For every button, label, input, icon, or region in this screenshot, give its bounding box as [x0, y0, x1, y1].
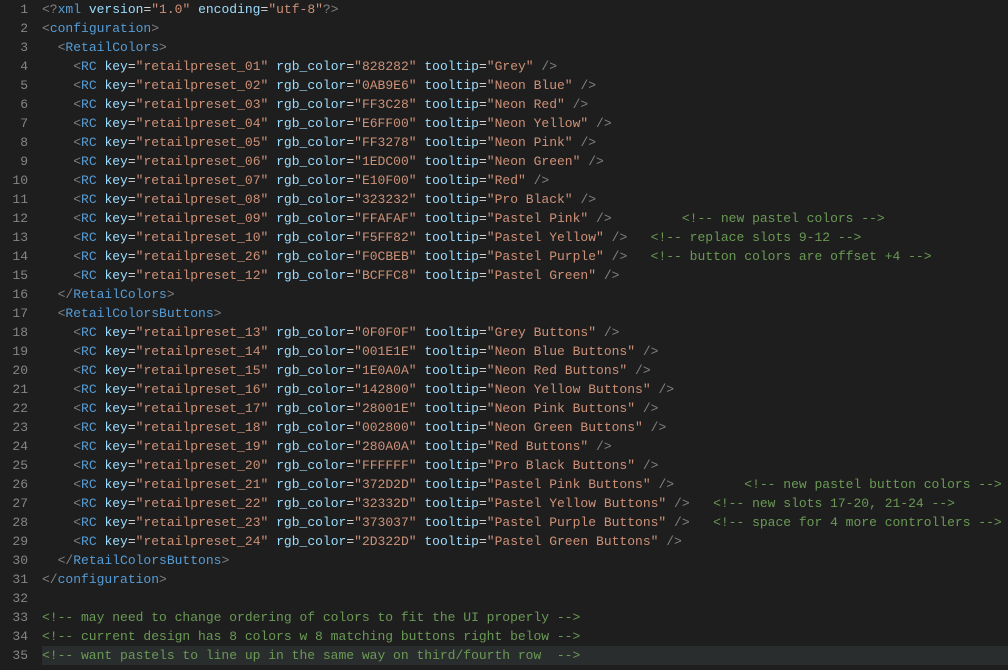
code-line[interactable]: <RC key="retailpreset_04" rgb_color="E6F… [42, 114, 1008, 133]
code-line[interactable]: <RC key="retailpreset_21" rgb_color="372… [42, 475, 1008, 494]
code-line[interactable]: <RetailColorsButtons> [42, 304, 1008, 323]
code-line[interactable]: <RC key="retailpreset_20" rgb_color="FFF… [42, 456, 1008, 475]
code-line[interactable] [42, 589, 1008, 608]
code-line[interactable]: <RC key="retailpreset_18" rgb_color="002… [42, 418, 1008, 437]
code-line[interactable]: <RC key="retailpreset_09" rgb_color="FFA… [42, 209, 1008, 228]
code-line[interactable]: <RC key="retailpreset_23" rgb_color="373… [42, 513, 1008, 532]
line-number: 15 [8, 266, 28, 285]
line-number: 17 [8, 304, 28, 323]
code-line[interactable]: </RetailColors> [42, 285, 1008, 304]
line-number: 16 [8, 285, 28, 304]
code-line[interactable]: <RC key="retailpreset_10" rgb_color="F5F… [42, 228, 1008, 247]
line-number: 19 [8, 342, 28, 361]
line-number: 33 [8, 608, 28, 627]
line-number: 20 [8, 361, 28, 380]
line-number: 5 [8, 76, 28, 95]
code-line[interactable]: <RC key="retailpreset_24" rgb_color="2D3… [42, 532, 1008, 551]
code-editor[interactable]: 1234567891011121314151617181920212223242… [0, 0, 1008, 670]
line-number: 31 [8, 570, 28, 589]
code-line[interactable]: <RC key="retailpreset_07" rgb_color="E10… [42, 171, 1008, 190]
code-line[interactable]: <RC key="retailpreset_05" rgb_color="FF3… [42, 133, 1008, 152]
line-number: 18 [8, 323, 28, 342]
code-line[interactable]: <configuration> [42, 19, 1008, 38]
line-number: 35 [8, 646, 28, 665]
line-number: 3 [8, 38, 28, 57]
code-line[interactable]: <RC key="retailpreset_12" rgb_color="BCF… [42, 266, 1008, 285]
code-line[interactable]: <RC key="retailpreset_26" rgb_color="F0C… [42, 247, 1008, 266]
code-line[interactable]: <!-- want pastels to line up in the same… [42, 646, 1008, 665]
line-number: 9 [8, 152, 28, 171]
code-line[interactable]: <RC key="retailpreset_08" rgb_color="323… [42, 190, 1008, 209]
line-number: 32 [8, 589, 28, 608]
line-number: 10 [8, 171, 28, 190]
code-line[interactable]: <RC key="retailpreset_03" rgb_color="FF3… [42, 95, 1008, 114]
code-line[interactable]: <RC key="retailpreset_19" rgb_color="280… [42, 437, 1008, 456]
line-number: 34 [8, 627, 28, 646]
code-line[interactable]: <!-- current design has 8 colors w 8 mat… [42, 627, 1008, 646]
line-number: 7 [8, 114, 28, 133]
code-line[interactable]: <RC key="retailpreset_01" rgb_color="828… [42, 57, 1008, 76]
code-line[interactable]: <RC key="retailpreset_06" rgb_color="1ED… [42, 152, 1008, 171]
code-line[interactable]: <RC key="retailpreset_17" rgb_color="280… [42, 399, 1008, 418]
line-number: 1 [8, 0, 28, 19]
code-line[interactable]: <RC key="retailpreset_14" rgb_color="001… [42, 342, 1008, 361]
line-number: 14 [8, 247, 28, 266]
line-number: 2 [8, 19, 28, 38]
line-number: 23 [8, 418, 28, 437]
line-number: 8 [8, 133, 28, 152]
code-line[interactable]: <RC key="retailpreset_15" rgb_color="1E0… [42, 361, 1008, 380]
code-line[interactable]: <RC key="retailpreset_16" rgb_color="142… [42, 380, 1008, 399]
line-number-gutter: 1234567891011121314151617181920212223242… [0, 0, 42, 670]
line-number: 12 [8, 209, 28, 228]
line-number: 22 [8, 399, 28, 418]
line-number: 4 [8, 57, 28, 76]
code-line[interactable]: <RC key="retailpreset_13" rgb_color="0F0… [42, 323, 1008, 342]
line-number: 29 [8, 532, 28, 551]
code-line[interactable]: <?xml version="1.0" encoding="utf-8"?> [42, 0, 1008, 19]
line-number: 25 [8, 456, 28, 475]
line-number: 13 [8, 228, 28, 247]
code-line[interactable]: <RC key="retailpreset_02" rgb_color="0AB… [42, 76, 1008, 95]
line-number: 21 [8, 380, 28, 399]
line-number: 30 [8, 551, 28, 570]
line-number: 27 [8, 494, 28, 513]
code-line[interactable]: </RetailColorsButtons> [42, 551, 1008, 570]
line-number: 11 [8, 190, 28, 209]
line-number: 26 [8, 475, 28, 494]
code-area[interactable]: <?xml version="1.0" encoding="utf-8"?><c… [42, 0, 1008, 670]
line-number: 28 [8, 513, 28, 532]
code-line[interactable]: <RetailColors> [42, 38, 1008, 57]
line-number: 24 [8, 437, 28, 456]
line-number: 6 [8, 95, 28, 114]
code-line[interactable]: </configuration> [42, 570, 1008, 589]
code-line[interactable]: <!-- may need to change ordering of colo… [42, 608, 1008, 627]
code-line[interactable]: <RC key="retailpreset_22" rgb_color="323… [42, 494, 1008, 513]
